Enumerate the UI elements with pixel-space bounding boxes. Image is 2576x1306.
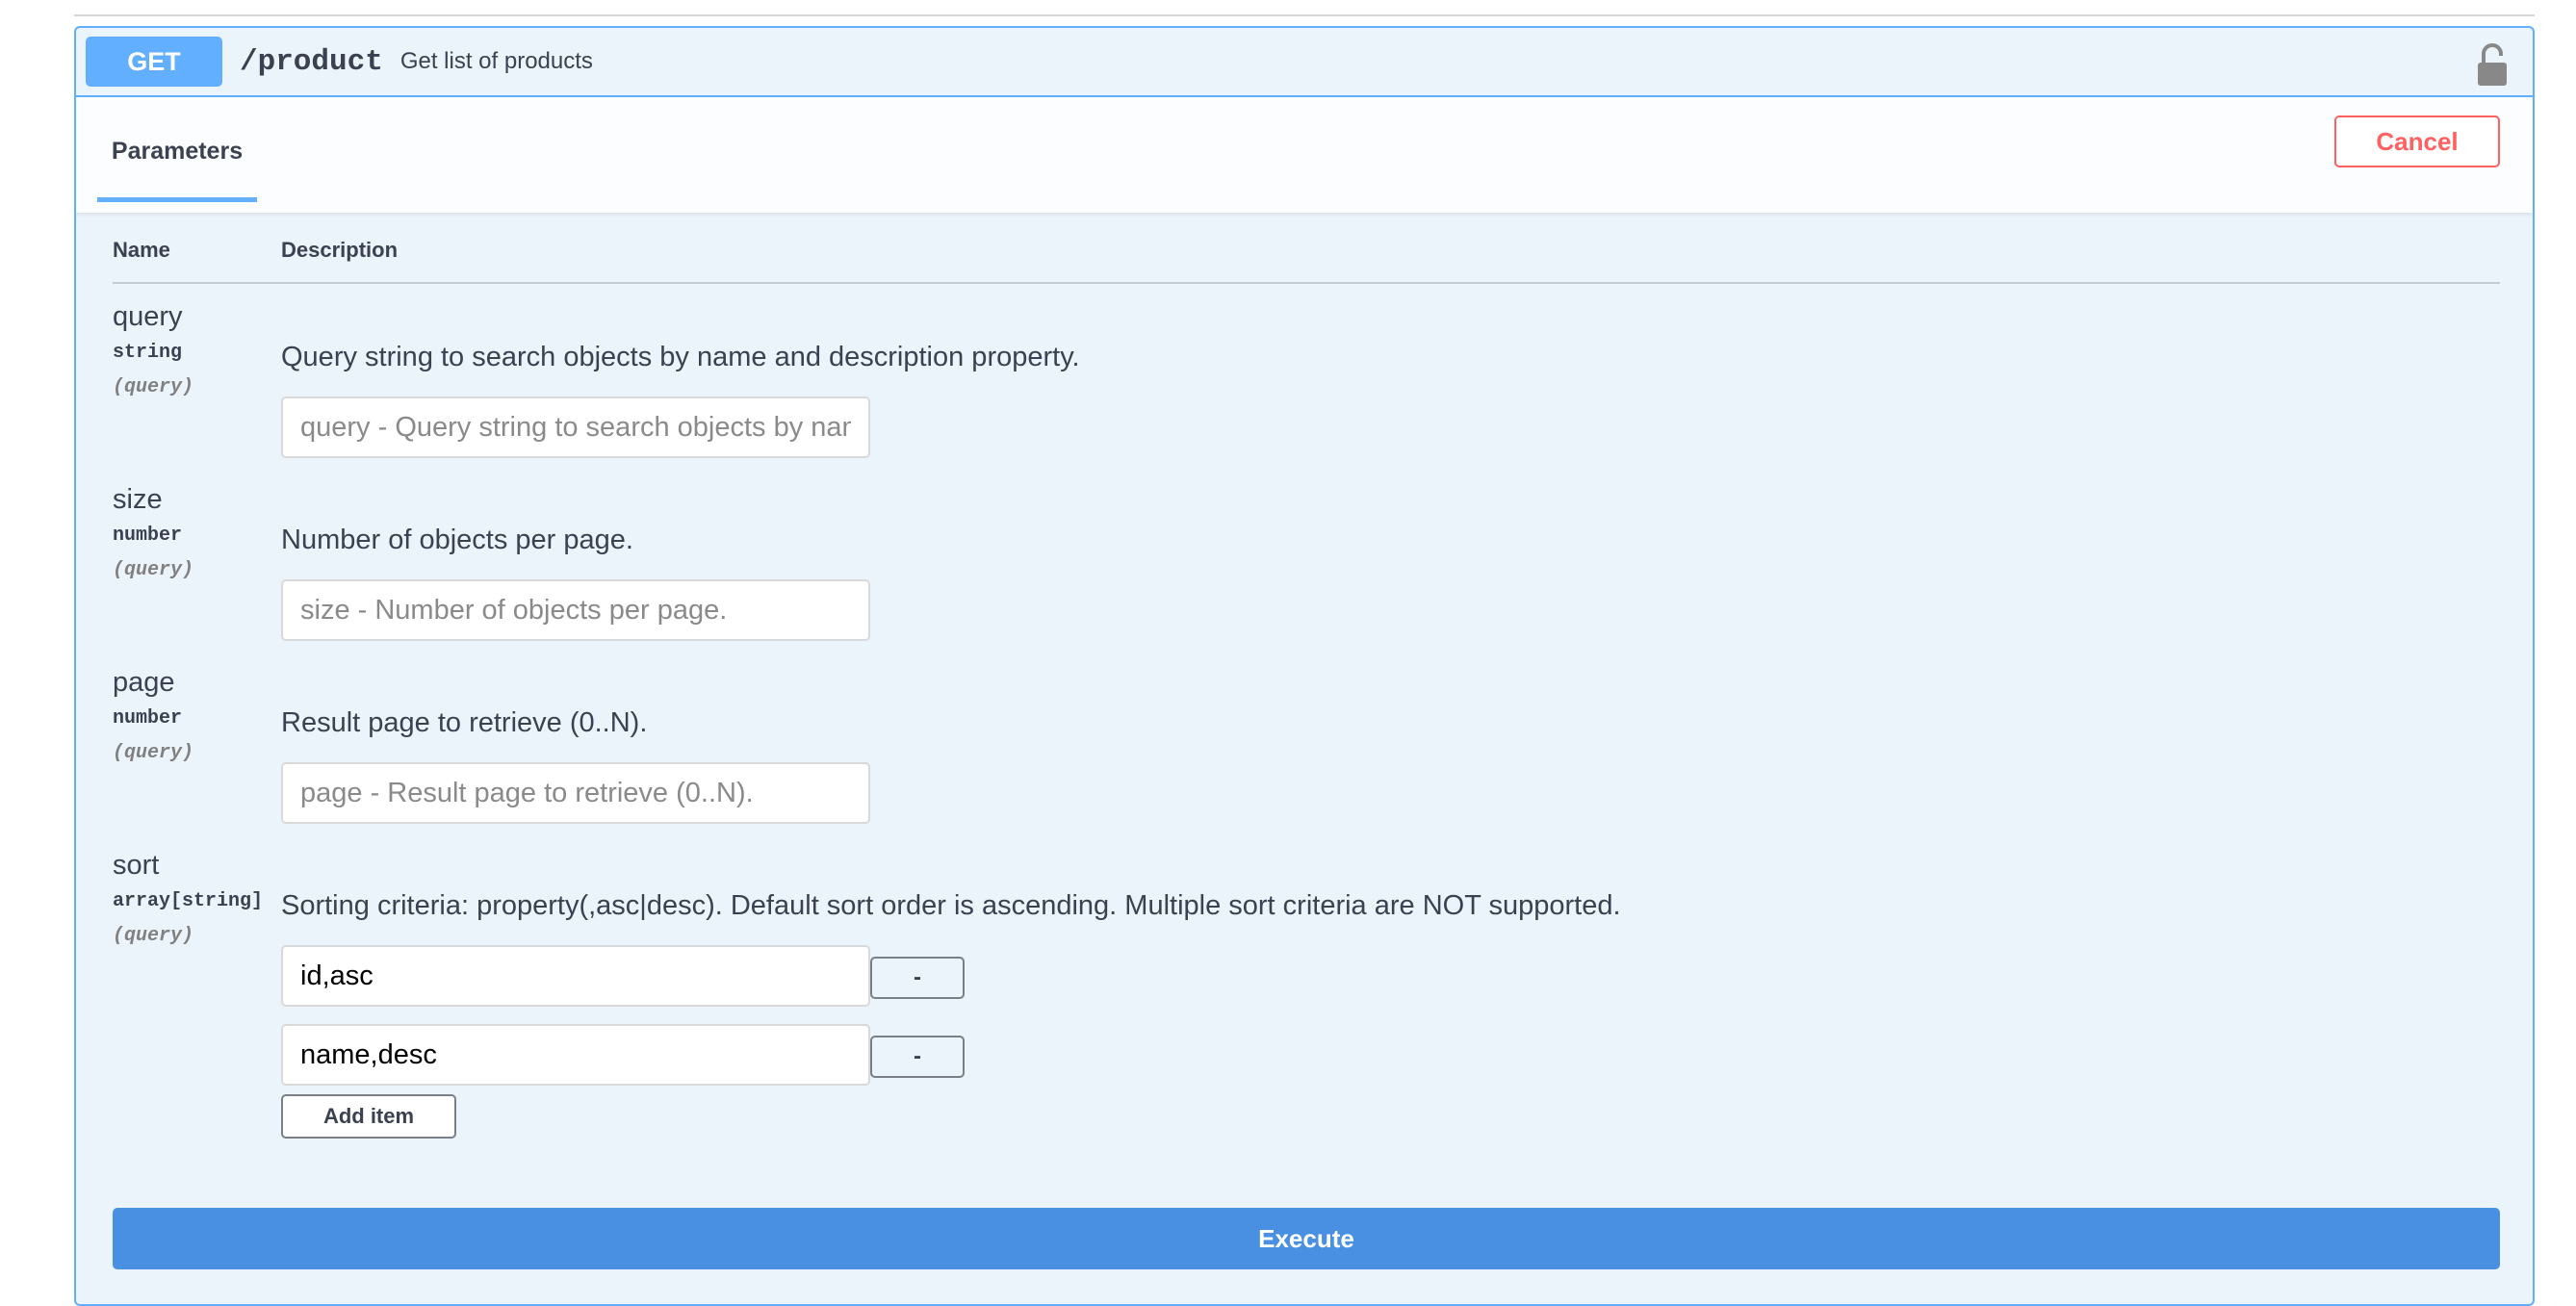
param-description-page: Result page to retrieve (0..N). [281,707,648,738]
parameters-section-header: Parameters Cancel [76,97,2533,213]
size-input[interactable] [281,579,870,641]
header-divider [113,282,2500,284]
sort-item-input[interactable] [281,1024,870,1086]
param-description-sort: Sorting criteria: property(,asc|desc). D… [281,890,1621,921]
param-description-query: Query string to search objects by name a… [281,342,1080,372]
param-description-size: Number of objects per page. [281,525,633,555]
top-divider [74,14,2535,16]
operation-summary-text: Get list of products [399,48,593,74]
add-item-button[interactable]: Add item [281,1094,456,1139]
param-type-sort: array[string] [113,890,264,912]
page-input[interactable] [281,762,870,824]
unlocked-padlock-icon[interactable] [2473,41,2512,88]
column-header-description: Description [281,238,399,262]
param-name-page: page [113,667,175,698]
query-input[interactable] [281,397,870,458]
execute-button[interactable]: Execute [113,1208,2500,1269]
param-location-size: (query) [113,559,194,581]
param-location-page: (query) [113,742,194,764]
http-method-badge: GET [86,37,222,87]
param-type-query: string [113,342,183,364]
column-header-name: Name [113,238,170,262]
param-location-query: (query) [113,376,194,398]
param-type-page: number [113,707,183,730]
tab-parameters[interactable]: Parameters [97,97,257,205]
param-location-sort: (query) [113,925,194,947]
remove-item-button[interactable]: - [870,1036,965,1078]
operation-summary[interactable]: GET /product Get list of products [76,28,2533,97]
operation-block-get-product: GET /product Get list of products Parame… [74,26,2535,1306]
param-name-query: query [113,301,183,332]
sort-item-input[interactable] [281,945,870,1007]
param-name-size: size [113,484,163,515]
cancel-button[interactable]: Cancel [2334,115,2500,167]
operation-path: /product [240,44,383,79]
param-type-size: number [113,525,183,547]
param-name-sort: sort [113,850,160,881]
remove-item-button[interactable]: - [870,957,965,999]
tab-active-indicator [97,197,257,202]
